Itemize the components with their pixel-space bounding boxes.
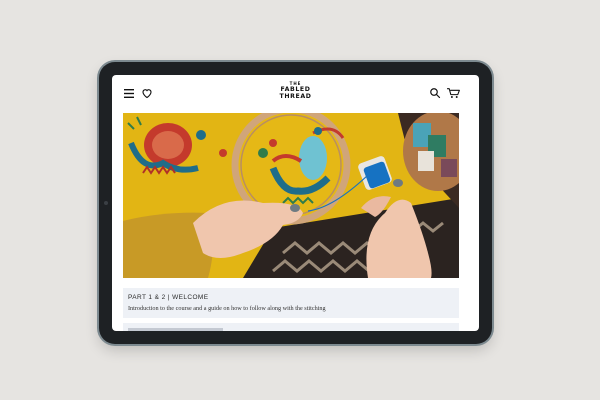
logo-line-thread: THREAD <box>279 93 312 101</box>
brand-logo[interactable]: THE FABLED THREAD <box>280 82 312 100</box>
menu-icon[interactable] <box>124 89 134 98</box>
lesson-description: Introduction to the course and a guide o… <box>128 305 326 312</box>
lesson-card[interactable]: PART 1 & 2 | WELCOME Introduction to the… <box>123 288 459 318</box>
tablet-device: THE FABLED THREAD PART 1 & 2 | WELCOME I… <box>99 62 492 344</box>
hero-image-embroidery <box>123 113 459 278</box>
embroidery-photo <box>123 113 459 278</box>
search-icon[interactable] <box>429 87 441 99</box>
top-nav-bar: THE FABLED THREAD <box>112 75 479 113</box>
lesson-card-next[interactable] <box>123 323 459 331</box>
cart-icon[interactable] <box>446 86 461 100</box>
app-screen: THE FABLED THREAD PART 1 & 2 | WELCOME I… <box>112 75 479 331</box>
heart-icon[interactable] <box>141 87 153 99</box>
camera-dot <box>104 201 108 205</box>
lesson-title-cut-off <box>128 328 223 331</box>
lesson-title: PART 1 & 2 | WELCOME <box>128 294 209 301</box>
